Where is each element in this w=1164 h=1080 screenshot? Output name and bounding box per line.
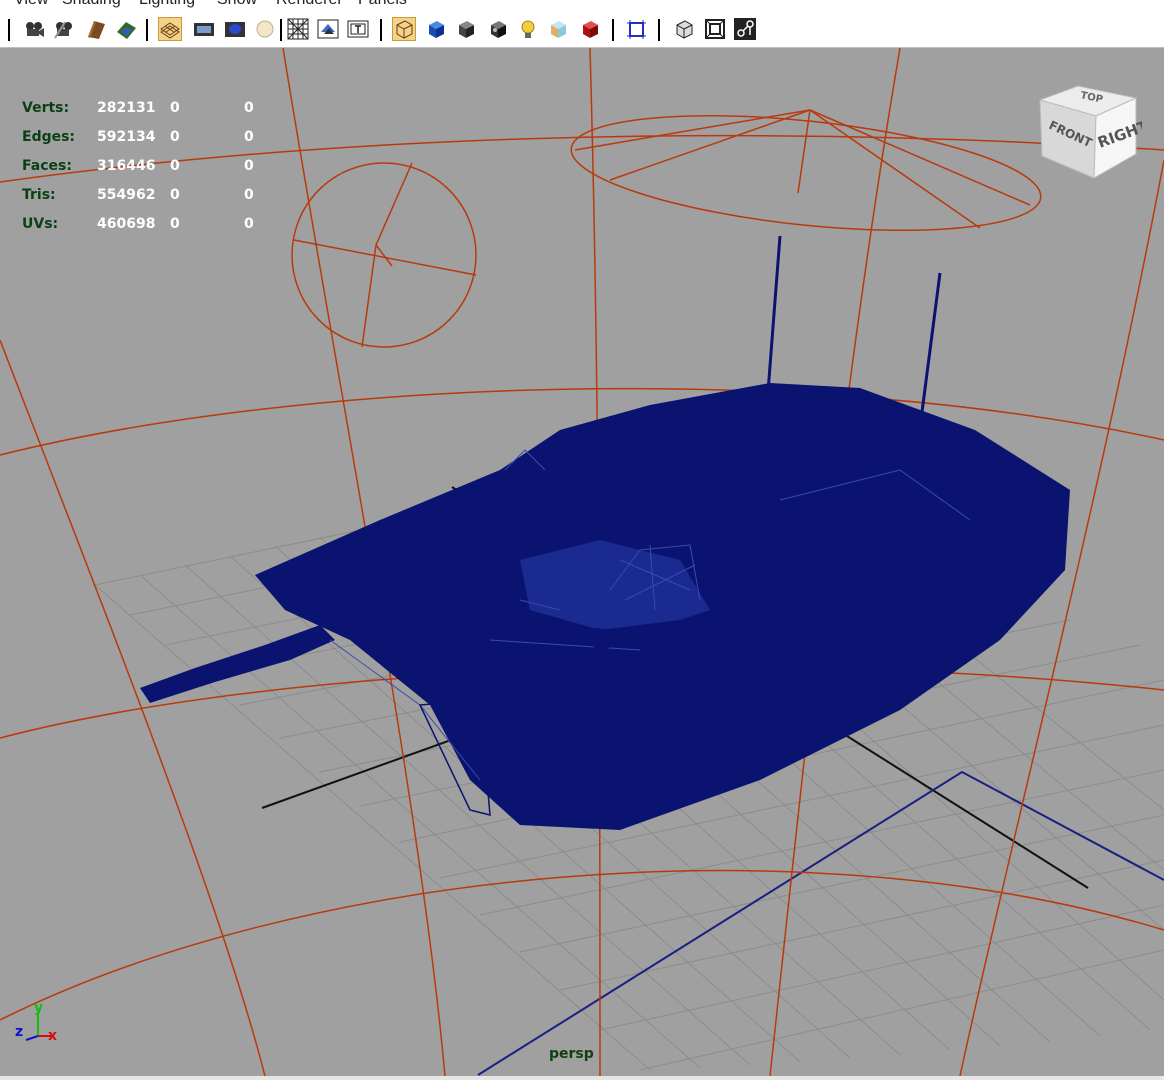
toolbar-separator [8,19,10,41]
hud-components: 0 [244,158,254,174]
axis-y-label: y [34,1000,43,1016]
select-camera-icon[interactable] [22,17,46,41]
textured-icon[interactable] [546,17,570,41]
shadows-icon[interactable] [578,17,602,41]
view-cube[interactable]: TOP FRONT RIGHT [1032,78,1151,182]
hud-total: 316446 [97,158,156,174]
axis-indicator: y z x [12,998,72,1048]
bookmarks-icon[interactable] [84,17,108,41]
hud-label: UVs: [22,216,59,232]
safe-title-icon[interactable] [346,17,370,41]
xray-active-icon[interactable] [733,17,757,41]
camera-name-label: persp [549,1046,594,1062]
hud-selected: 0 [170,158,180,174]
menu-lighting[interactable]: Lighting [139,0,195,9]
hud-components: 0 [244,187,254,203]
smooth-shade-icon[interactable] [424,17,448,41]
high-quality-icon[interactable] [672,17,696,41]
safe-action-icon[interactable] [316,17,340,41]
menu-renderer[interactable]: Renderer [276,0,343,9]
toolbar-separator [146,19,148,41]
toolbar-separator [658,19,660,41]
hud-selected: 0 [170,187,180,203]
toolbar-separator [612,19,614,41]
hud-total: 592134 [97,129,156,145]
menu-view[interactable]: View [14,0,48,9]
film-gate-icon[interactable] [192,17,216,41]
field-chart-icon[interactable] [286,17,310,41]
tank-wireframe-mesh [140,235,1070,830]
hud-label: Verts: [22,100,70,116]
hud-selected: 0 [170,129,180,145]
wireframe-icon[interactable] [392,17,416,41]
hud-total: 554962 [97,187,156,203]
toolbar-separator [380,19,382,41]
isolate-select-icon[interactable] [624,17,648,41]
menu-shading[interactable]: Shading [62,0,121,9]
panel-toolbar [0,14,1164,48]
menu-bar: View Shading Lighting Show Renderer Pane… [0,0,1164,14]
hud-components: 0 [244,216,254,232]
hud-selected: 0 [170,216,180,232]
axis-z-label: z [15,1024,23,1040]
hud-components: 0 [244,129,254,145]
xray-icon[interactable] [486,17,510,41]
axis-x-label: x [48,1028,57,1044]
hud-components: 0 [244,100,254,116]
toolbar-separator [280,19,282,41]
gate-mask-icon[interactable] [253,17,277,41]
spot-light [570,109,1042,232]
resolution-gate-icon[interactable] [223,17,247,41]
wireframe-on-shaded-icon[interactable] [454,17,478,41]
camera-attributes-icon[interactable] [52,17,76,41]
image-plane-icon[interactable] [114,17,138,41]
hud-selected: 0 [170,100,180,116]
panel-bottom-border [0,1076,1164,1080]
xray-joints-icon[interactable] [703,17,727,41]
menu-show[interactable]: Show [217,0,257,9]
grid-icon[interactable] [158,17,182,41]
menu-panels[interactable]: Panels [358,0,407,9]
hud-label: Faces: [22,158,72,174]
perspective-viewport[interactable]: Verts: 282131 0 0 Edges: 592134 0 0 Face… [0,48,1164,1076]
hud-total: 460698 [97,216,156,232]
hud-label: Edges: [22,129,76,145]
directional-light [291,162,477,348]
use-default-light-icon[interactable] [516,17,540,41]
hud-label: Tris: [22,187,56,203]
hud-total: 282131 [97,100,156,116]
